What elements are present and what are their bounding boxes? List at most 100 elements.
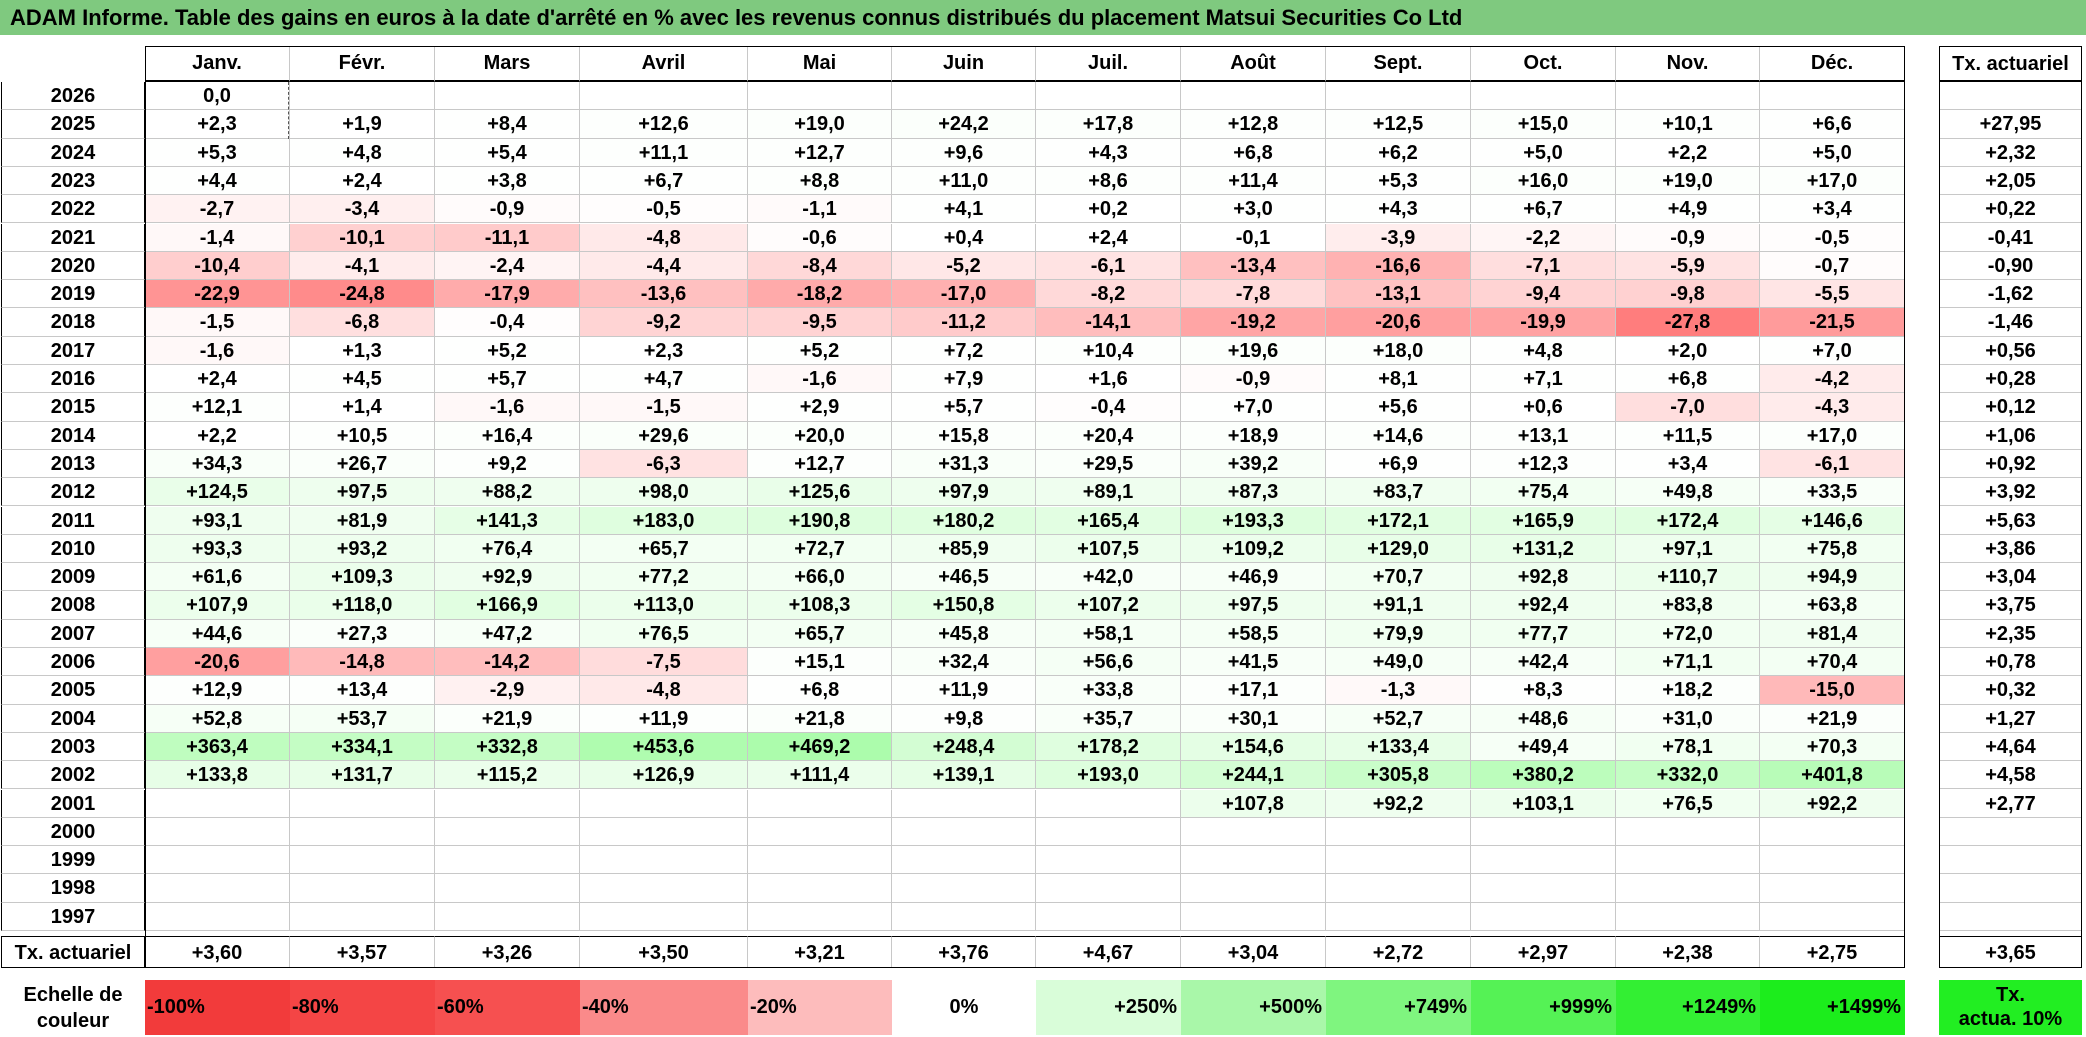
table-cell: +48,6	[1471, 704, 1616, 733]
table-cell	[1036, 846, 1181, 875]
table-cell: +9,8	[892, 704, 1036, 733]
table-cell: +248,4	[892, 732, 1036, 762]
table-cell: +193,0	[1036, 761, 1181, 790]
table-cell: +166,9	[435, 591, 580, 620]
table-cell: -1,6	[435, 393, 580, 422]
month-header: Nov.	[1616, 46, 1760, 82]
year-label: 2012	[1, 478, 145, 507]
table-cell: -3,9	[1326, 223, 1471, 252]
table-cell: +39,2	[1181, 449, 1326, 479]
footer-value: +2,97	[1471, 936, 1616, 968]
table-cell: -14,1	[1036, 308, 1181, 337]
table-cell: -4,1	[290, 251, 435, 281]
table-cell: +53,7	[290, 704, 435, 733]
table-cell: +97,5	[290, 478, 435, 507]
table-cell: +75,4	[1471, 478, 1616, 507]
table-cell: +46,5	[892, 563, 1036, 592]
year-label: 2026	[1, 82, 145, 111]
month-header: Mai	[748, 46, 892, 82]
table-cell: +98,0	[580, 478, 748, 507]
table-cell: +65,7	[748, 619, 892, 648]
table-cell	[748, 789, 892, 818]
scale-swatch: -60%	[435, 980, 580, 1035]
row-tx-value: +27,95	[1939, 110, 2082, 139]
year-label: 2007	[1, 619, 145, 648]
table-cell: +126,9	[580, 761, 748, 790]
scale-swatch: +1249%	[1616, 980, 1760, 1035]
table-cell: +4,7	[580, 365, 748, 394]
table-cell: +49,8	[1616, 478, 1760, 507]
table-cell: +35,7	[1036, 704, 1181, 733]
table-cell: +31,3	[892, 449, 1036, 479]
table-cell: -5,5	[1760, 280, 1905, 309]
table-cell	[748, 874, 892, 903]
table-cell: +17,0	[1760, 166, 1905, 196]
table-cell: -9,8	[1616, 280, 1760, 309]
table-cell: +5,2	[435, 336, 580, 365]
table-cell: +20,4	[1036, 421, 1181, 450]
table-cell: +4,8	[290, 138, 435, 167]
table-cell: +139,1	[892, 761, 1036, 790]
row-tx-value: +2,32	[1939, 138, 2082, 167]
table-cell: +109,3	[290, 563, 435, 592]
footer-label: Tx. actuariel	[1, 936, 145, 968]
table-cell: +97,5	[1181, 591, 1326, 620]
row-tx-value: +0,28	[1939, 365, 2082, 394]
table-cell: +103,1	[1471, 789, 1616, 818]
table-cell: -14,8	[290, 648, 435, 677]
table-cell: +24,2	[892, 110, 1036, 139]
table-cell: -1,1	[748, 195, 892, 224]
row-tx-value: -0,41	[1939, 223, 2082, 252]
table-cell: +115,2	[435, 761, 580, 790]
table-cell	[892, 846, 1036, 875]
table-cell: +46,9	[1181, 563, 1326, 592]
table-cell: +15,8	[892, 421, 1036, 450]
row-tx-value: +4,64	[1939, 732, 2082, 762]
year-label: 2011	[1, 506, 145, 535]
table-cell: +3,0	[1181, 195, 1326, 224]
footer-value: +3,57	[290, 936, 435, 968]
table-cell: -0,9	[435, 195, 580, 224]
table-cell: +334,1	[290, 732, 435, 762]
table-cell	[1036, 902, 1181, 931]
table-cell: -6,1	[1036, 251, 1181, 281]
table-cell: +44,6	[145, 619, 290, 648]
year-label: 2004	[1, 704, 145, 733]
table-cell: -13,6	[580, 280, 748, 309]
table-cell: +92,8	[1471, 563, 1616, 592]
table-cell	[1471, 817, 1616, 847]
year-label: 2008	[1, 591, 145, 620]
table-cell: -4,8	[580, 223, 748, 252]
table-cell: +133,4	[1326, 732, 1471, 762]
table-cell: +5,7	[435, 365, 580, 394]
table-cell: +1,6	[1036, 365, 1181, 394]
table-cell: -0,4	[1036, 393, 1181, 422]
table-cell	[145, 874, 290, 903]
table-cell: +12,6	[580, 110, 748, 139]
table-cell: -22,9	[145, 280, 290, 309]
table-cell: +146,6	[1760, 506, 1905, 535]
year-label: 1998	[1, 874, 145, 903]
year-label: 2014	[1, 421, 145, 450]
scale-swatch: 0%	[892, 980, 1036, 1035]
scale-swatch: -20%	[748, 980, 892, 1035]
table-cell: +131,7	[290, 761, 435, 790]
row-tx-value	[1939, 846, 2082, 875]
table-cell: +16,0	[1471, 166, 1616, 196]
table-cell: -11,2	[892, 308, 1036, 337]
table-cell: +63,8	[1760, 591, 1905, 620]
table-cell: +4,3	[1326, 195, 1471, 224]
scale-swatch: +1499%	[1760, 980, 1905, 1035]
row-tx-value: +3,75	[1939, 591, 2082, 620]
table-cell	[580, 846, 748, 875]
table-cell: -20,6	[1326, 308, 1471, 337]
table-cell: -0,5	[1760, 223, 1905, 252]
table-cell: +2,9	[748, 393, 892, 422]
table-cell	[1471, 82, 1616, 111]
table-cell: -16,6	[1326, 251, 1471, 281]
footer-value: +3,50	[580, 936, 748, 968]
month-header: Août	[1181, 46, 1326, 82]
table-cell: +85,9	[892, 534, 1036, 564]
table-cell: +89,1	[1036, 478, 1181, 507]
table-cell	[892, 789, 1036, 818]
